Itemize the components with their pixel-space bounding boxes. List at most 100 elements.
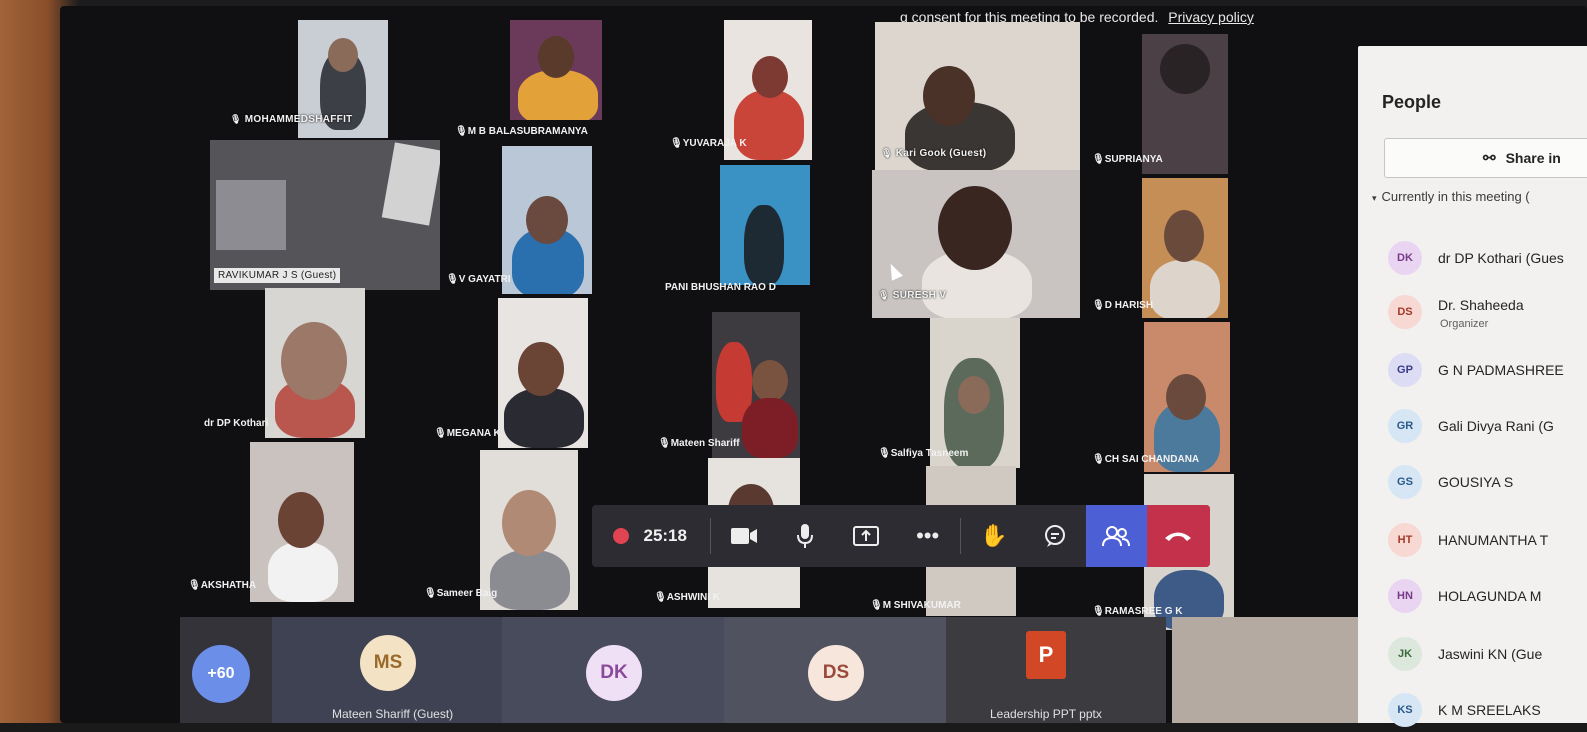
avatar: HT xyxy=(1388,523,1422,557)
participant-name: Gali Divya Rani (G xyxy=(1438,418,1554,434)
share-invite-button[interactable]: ⚯ Share in xyxy=(1384,138,1587,178)
participant-name: G N PADMASHREE xyxy=(1438,362,1564,378)
video-tile[interactable]: 🎙 Kari Gook (Guest) xyxy=(875,22,1080,170)
mic-off-icon: 🎙 xyxy=(188,580,201,591)
raise-hand-icon: ✋ xyxy=(980,523,1008,548)
video-tile[interactable] xyxy=(930,318,1020,468)
list-item[interactable]: DK dr DP Kothari (Gues xyxy=(1388,236,1564,280)
toolbar-divider xyxy=(710,518,712,554)
raise-hand-button[interactable]: ✋ xyxy=(963,505,1024,567)
overflow-row: +60 MS Mateen Shariff (Guest) DK DS P Le… xyxy=(180,605,1380,723)
self-view-tile[interactable] xyxy=(1172,617,1368,723)
shared-file-name: Leadership PPT pptx xyxy=(990,707,1102,721)
avatar: GS xyxy=(1388,465,1422,499)
participant-name-text: Kari Gook (Guest) xyxy=(895,148,987,159)
list-item[interactable]: HT HANUMANTHA T xyxy=(1388,518,1548,562)
participant-name-text: D HARISH xyxy=(1104,300,1154,311)
participant-name: PANI BHUSHAN RAO D xyxy=(665,282,776,293)
participant-name: 🎙 MOHAMMEDSHAFFIT xyxy=(230,114,353,125)
list-item[interactable]: DS Dr. Shaheeda Organizer xyxy=(1388,290,1524,334)
camera-button[interactable] xyxy=(713,505,774,567)
mic-off-icon: 🎙 xyxy=(881,148,893,158)
participant-name: GOUSIYA S xyxy=(1438,474,1514,490)
video-tile[interactable] xyxy=(510,20,602,120)
mic-off-icon: 🎙 xyxy=(1092,154,1105,165)
video-tile[interactable] xyxy=(712,312,800,458)
participant-name: 🎙CH SAI CHANDANA xyxy=(1092,454,1199,465)
participant-tile[interactable]: DS xyxy=(724,617,946,723)
video-tile[interactable] xyxy=(1142,178,1228,318)
people-button[interactable] xyxy=(1085,505,1147,567)
participant-name: dr DP Kothari xyxy=(204,418,268,429)
mic-off-icon: 🎙 xyxy=(658,438,671,449)
chat-button[interactable] xyxy=(1024,505,1085,567)
microphone-button[interactable] xyxy=(775,505,836,567)
participant-name-text: MEGANA K xyxy=(446,428,501,439)
participant-name: 🎙ASHWINI K xyxy=(654,592,720,603)
video-tile[interactable]: 🎙 SURESH V xyxy=(872,170,1080,318)
participant-name-text: dr DP Kothari xyxy=(204,418,269,429)
avatar: DS xyxy=(1388,295,1422,329)
mic-off-icon: 🎙 xyxy=(1092,454,1105,465)
avatar: JK xyxy=(1388,637,1422,671)
chevron-down-icon: ▾ xyxy=(1372,193,1377,203)
participant-name: 🎙YUVARAJA K xyxy=(670,138,747,149)
mic-off-icon: 🎙 xyxy=(230,114,242,124)
video-tile[interactable] xyxy=(1142,34,1228,174)
participant-name-text: Salfiya Tasneem xyxy=(890,448,969,459)
participant-name-text: Sameer Baig xyxy=(436,588,498,599)
video-tile[interactable] xyxy=(502,146,592,294)
avatar: DK xyxy=(586,645,642,701)
participant-name-text: ASHWINI K xyxy=(666,592,721,603)
mic-off-icon: 🎙 xyxy=(446,274,459,285)
more-icon: ••• xyxy=(916,523,940,548)
mic-off-icon: 🎙 xyxy=(878,448,891,459)
participant-name-text: SUPRIANYA xyxy=(1104,154,1163,165)
more-participants-tile[interactable]: +60 xyxy=(180,617,272,723)
powerpoint-file-icon: P xyxy=(1026,631,1066,679)
participant-name: Jaswini KN (Gue xyxy=(1438,646,1543,662)
video-tile[interactable] xyxy=(265,288,365,438)
section-label: Currently in this meeting ( xyxy=(1381,189,1530,204)
video-tile[interactable] xyxy=(720,165,810,285)
more-actions-button[interactable]: ••• xyxy=(897,505,958,567)
participant-name: 🎙Sameer Baig xyxy=(424,588,497,599)
toolbar-divider xyxy=(960,518,962,554)
participant-tile[interactable]: DK xyxy=(502,617,724,723)
participant-name-text: RAVIKUMAR J S (Guest) xyxy=(218,270,337,281)
shared-file-tile[interactable]: P Leadership PPT pptx xyxy=(946,617,1166,723)
participant-name-text: CH SAI CHANDANA xyxy=(1104,454,1200,465)
list-item[interactable]: GR Gali Divya Rani (G xyxy=(1388,404,1554,448)
list-item[interactable]: KS K M SREELAKS xyxy=(1388,688,1541,732)
video-tile[interactable] xyxy=(480,450,578,610)
list-item[interactable]: HN HOLAGUNDA M xyxy=(1388,574,1541,618)
participant-name: HANUMANTHA T xyxy=(1438,532,1549,548)
list-item[interactable]: JK Jaswini KN (Gue xyxy=(1388,632,1542,676)
participant-name: 🎙SUPRIANYA xyxy=(1092,154,1163,165)
video-tile[interactable] xyxy=(250,442,354,602)
participant-tile[interactable]: MS Mateen Shariff (Guest) xyxy=(272,617,502,723)
avatar: KS xyxy=(1388,693,1422,727)
leave-call-button[interactable] xyxy=(1146,505,1211,567)
avatar: HN xyxy=(1388,579,1422,613)
participant-name: 🎙 Kari Gook (Guest) xyxy=(881,148,986,159)
video-tile[interactable] xyxy=(498,298,588,448)
list-item[interactable]: GP G N PADMASHREE xyxy=(1388,348,1564,392)
list-item[interactable]: GS GOUSIYA S xyxy=(1388,460,1513,504)
share-screen-button[interactable] xyxy=(836,505,897,567)
participant-name-text: Mateen Shariff xyxy=(670,438,740,449)
participant-name-text: MOHAMMEDSHAFFIT xyxy=(244,114,353,125)
avatar: DS xyxy=(808,645,864,701)
mic-off-icon: 🎙 xyxy=(1092,300,1105,311)
video-tile[interactable] xyxy=(1144,322,1230,472)
share-screen-icon xyxy=(853,526,880,546)
mic-off-icon: 🎙 xyxy=(455,126,468,137)
participant-name-text: YUVARAJA K xyxy=(682,138,747,149)
participant-name: 🎙MEGANA K xyxy=(434,428,501,439)
recording-indicator: 25:18 xyxy=(592,505,708,567)
participant-name: 🎙 SURESH V xyxy=(878,290,946,301)
video-tile[interactable]: RAVIKUMAR J S (Guest) xyxy=(210,140,440,290)
people-icon xyxy=(1102,526,1131,547)
video-tile[interactable]: 🎙 MOHAMMEDSHAFFIT xyxy=(210,20,388,138)
currently-in-meeting-header[interactable]: ▾ Currently in this meeting ( xyxy=(1372,189,1530,204)
